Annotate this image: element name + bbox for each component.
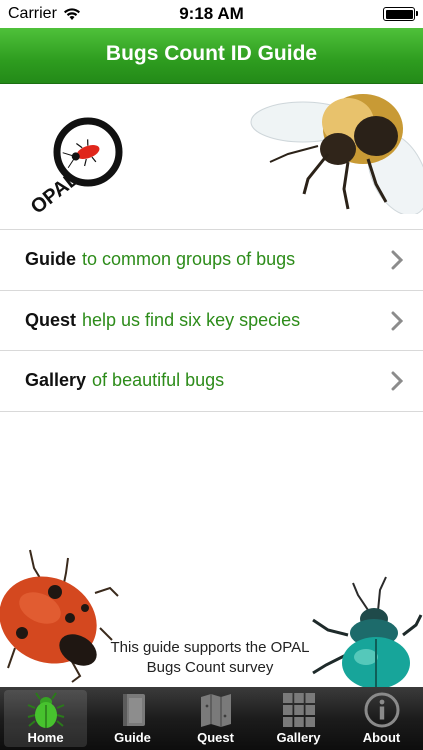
status-bar: Carrier 9:18 AM [0, 0, 423, 28]
tab-label: Home [27, 730, 64, 745]
tab-bar: Home Guide Quest Gallery About [0, 687, 423, 750]
header-artwork: OPAL [0, 84, 423, 229]
clock: 9:18 AM [179, 4, 244, 23]
tab-gallery[interactable]: Gallery [257, 687, 340, 750]
bumblebee-image [250, 94, 423, 214]
tab-label: Guide [114, 730, 151, 745]
map-icon [200, 694, 231, 727]
menu-item-title: Quest [25, 309, 77, 330]
info-icon [364, 692, 399, 728]
menu-item-gallery[interactable]: Gallery of beautiful bugs [0, 351, 423, 412]
nav-bar: Bugs Count ID Guide [0, 28, 423, 84]
menu-item-description: to common groups of bugs [82, 249, 296, 270]
tab-home[interactable]: Home [4, 690, 87, 747]
ladybird-image [0, 549, 119, 683]
green-beetle-image [312, 576, 423, 687]
battery-icon [383, 7, 418, 21]
menu-list: Guide to common groups of bugs Quest hel… [0, 229, 423, 412]
tab-label: Gallery [276, 730, 321, 745]
chevron-right-icon [391, 250, 403, 270]
menu-item-description: help us find six key species [82, 309, 301, 330]
tab-about[interactable]: About [340, 687, 423, 750]
chevron-right-icon [391, 371, 403, 391]
menu-item-title: Guide [25, 249, 77, 270]
tab-guide[interactable]: Guide [91, 687, 174, 750]
menu-item-quest[interactable]: Quest help us find six key species [0, 291, 423, 351]
chevron-right-icon [391, 311, 403, 330]
opal-logo-text: OPAL [27, 168, 83, 217]
page-title: Bugs Count ID Guide [105, 42, 318, 65]
book-icon [122, 694, 145, 726]
opal-logo: OPAL [27, 117, 123, 217]
tab-label: Quest [197, 730, 234, 745]
tab-label: About [362, 730, 401, 745]
menu-item-description: of beautiful bugs [92, 370, 225, 391]
menu-item-title: Gallery [25, 370, 87, 391]
survey-support-text: This guide supports the OPAL Bugs Count … [110, 639, 310, 676]
bug-icon [27, 692, 64, 728]
tab-quest[interactable]: Quest [174, 687, 257, 750]
menu-item-guide[interactable]: Guide to common groups of bugs [0, 230, 423, 291]
grid-icon [282, 693, 315, 727]
